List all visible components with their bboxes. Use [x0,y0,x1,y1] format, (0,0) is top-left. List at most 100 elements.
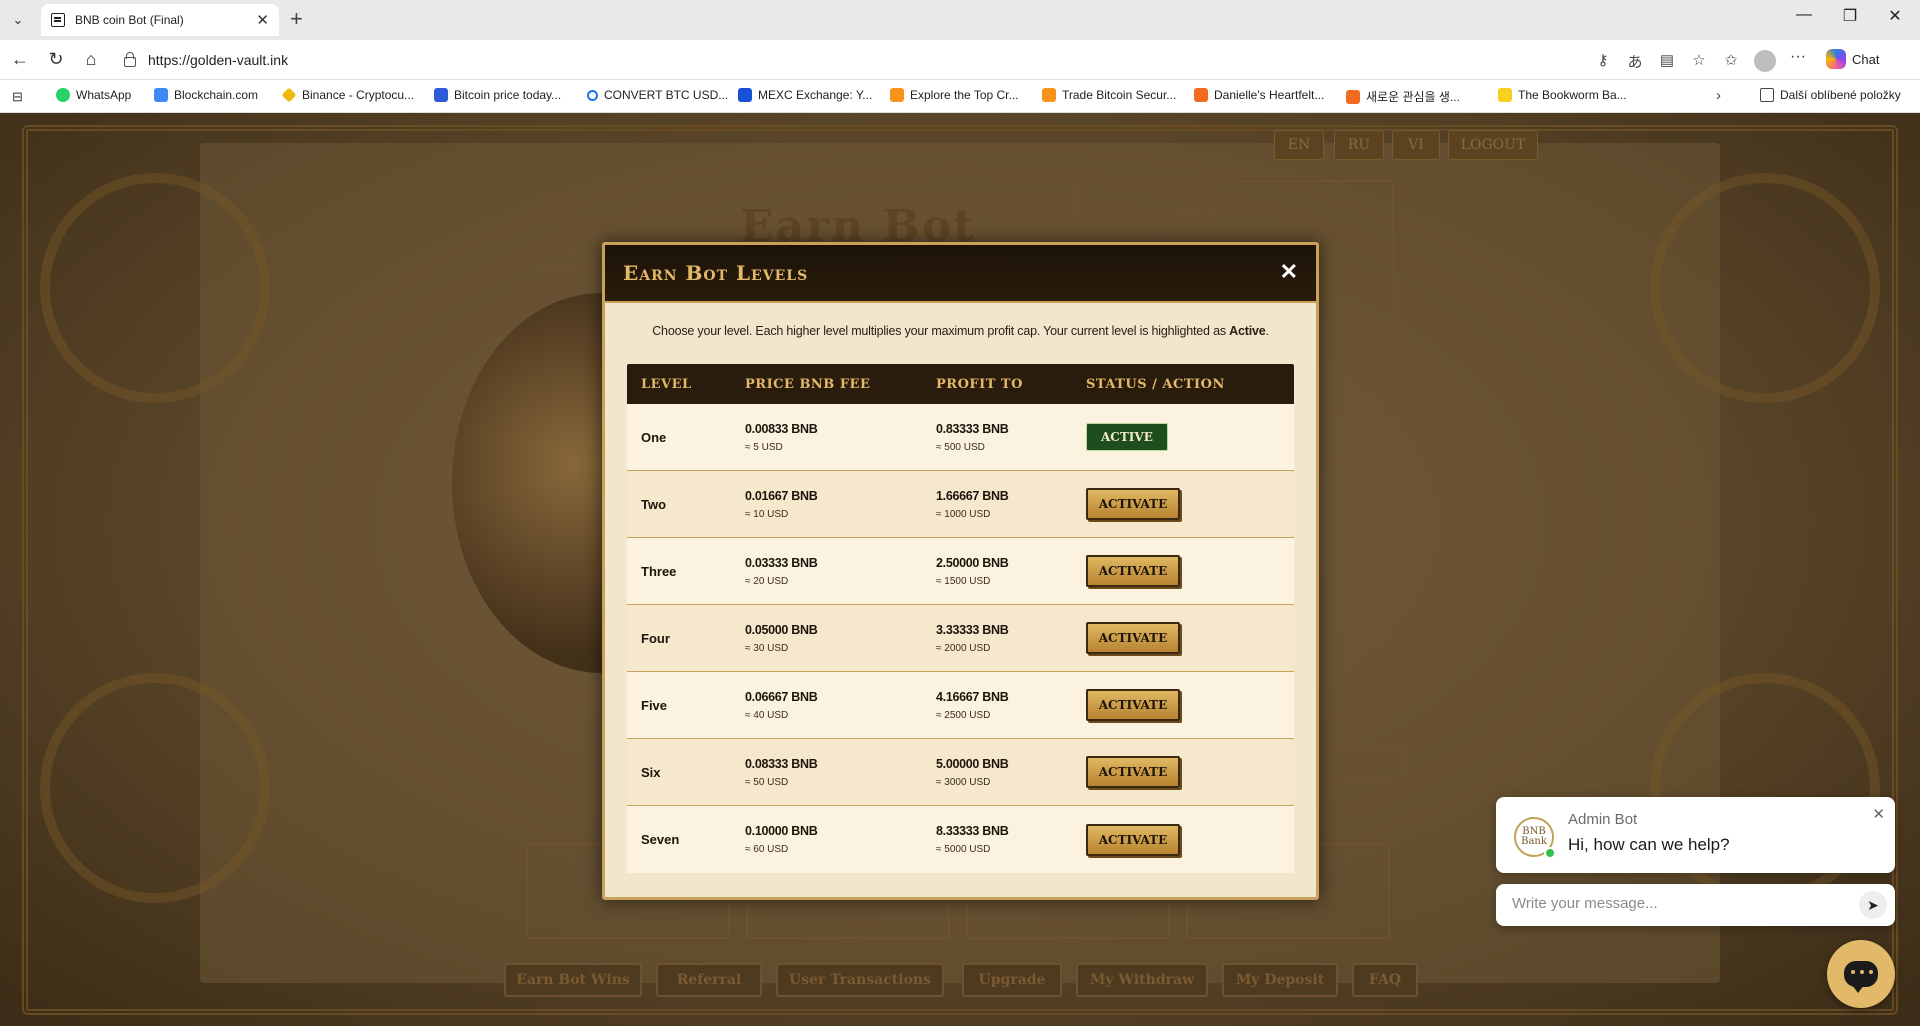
activate-button[interactable]: ACTIVATE [1086,756,1180,788]
copilot-chat-button[interactable]: Chat [1826,49,1879,69]
header-price: PRICE BNB FEE [745,376,871,392]
chat-bubble-close-icon[interactable]: ✕ [1872,805,1885,823]
level-name: Four [641,630,670,646]
browser-tab[interactable]: BNB coin Bot (Final) ✕ [41,4,279,36]
folder-icon [1760,88,1774,102]
tab-title: BNB coin Bot (Final) [75,13,184,27]
bookmarks-overflow-chevron-icon[interactable]: › [1716,87,1721,104]
address-bar-actions: ⚷ あ ▤ ☆ ✩ [1594,51,1740,72]
table-row: Six 0.08333 BNB ≈ 50 USD 5.00000 BNB ≈ 3… [627,739,1294,806]
minimize-icon[interactable]: — [1789,6,1819,24]
profit-usd: ≈ 1500 USD [936,575,991,587]
more-menu-icon[interactable]: ··· [1790,48,1806,66]
bookmark-item[interactable]: Bitcoin price today... [434,88,561,102]
key-icon[interactable]: ⚷ [1594,51,1612,72]
activate-button[interactable]: ACTIVATE [1086,622,1180,654]
activate-button[interactable]: ACTIVATE [1086,689,1180,721]
other-bookmarks[interactable]: Další oblíbené položky [1760,88,1901,102]
window-close-icon[interactable]: ✕ [1880,6,1910,26]
modal-title: Earn Bot Levels [623,261,809,285]
bookmark-item[interactable]: Binance - Cryptocu... [281,87,414,103]
search-icon [587,89,598,101]
status-cell: ACTIVATE [1086,488,1180,520]
favorite-star-icon[interactable]: ☆ [1690,51,1708,72]
profit-cell: 0.83333 BNB ≈ 500 USD [936,421,1009,453]
views-button[interactable] [1310,746,1404,780]
bookmark-item[interactable]: The Bookworm Ba... [1498,88,1627,102]
nav-upgrade[interactable]: Upgrade [962,963,1062,997]
chat-launcher-button[interactable] [1827,940,1895,1008]
nav-my-deposit[interactable]: My Deposit [1222,963,1338,997]
divider [1096,227,1374,228]
reload-icon[interactable]: ↻ [44,49,68,70]
restore-icon[interactable]: ❐ [1835,6,1865,26]
bookmark-item[interactable]: CONVERT BTC USD... [587,88,728,102]
nav-earn-bot-wins[interactable]: Earn Bot Wins [504,963,642,997]
profile-avatar-icon[interactable] [1754,50,1776,72]
profit-bnb: 0.83333 BNB [936,421,1009,436]
site-info-lock-icon[interactable] [124,52,136,67]
profit-usd: ≈ 500 USD [936,441,985,453]
lang-vi-button[interactable]: VI [1392,130,1440,160]
nav-referral[interactable]: Referral [656,963,762,997]
chat-label: Chat [1852,51,1880,67]
home-icon[interactable]: ⌂ [79,49,103,70]
bookmark-item[interactable]: Trade Bitcoin Secur... [1042,88,1176,102]
tab-favicon-icon [51,13,65,27]
nav-faq[interactable]: FAQ [1352,963,1418,997]
url-field[interactable]: https://golden-vault.ink [114,46,1600,74]
favorites-list-icon[interactable]: ✩ [1722,51,1740,72]
bookmark-item[interactable]: MEXC Exchange: Y... [738,88,872,102]
chat-greeting-message: Hi, how can we help? [1568,835,1730,854]
price-cell: 0.03333 BNB ≈ 20 USD [745,556,818,587]
profit-usd: ≈ 5000 USD [936,844,991,855]
bookworm-icon [1498,88,1512,102]
modal-description: Choose your level. Each higher level mul… [652,324,1269,338]
profit-bnb: 3.33333 BNB [936,622,1009,637]
logout-button[interactable]: LOGOUT [1448,130,1538,160]
tab-close-icon[interactable]: ✕ [256,11,269,29]
bookmark-item[interactable]: 새로운 관심을 생... [1346,88,1460,105]
back-arrow-icon[interactable]: ← [8,49,32,70]
chat-message-input[interactable] [1512,895,1832,912]
url-text: https://golden-vault.ink [148,52,289,68]
lang-ru-button[interactable]: RU [1334,130,1384,160]
table-body: One 0.00833 BNB ≈ 5 USD 0.83333 BNB ≈ 50… [627,404,1294,873]
bookmark-item[interactable]: Danielle's Heartfelt... [1194,88,1324,102]
address-info-heading: Address Info [1177,198,1293,217]
level-name: Seven [641,832,680,847]
chat-greeting-bubble: BNB Bank Admin Bot Hi, how can we help? … [1496,797,1895,873]
bookmark-item[interactable]: Blockchain.com [154,88,258,102]
header-status: STATUS / ACTION [1086,376,1225,392]
table-row: Seven 0.10000 BNB ≈ 60 USD 8.33333 BNB ≈… [627,806,1294,873]
profit-cell: 2.50000 BNB ≈ 1500 USD [936,556,1009,587]
bookmark-item[interactable]: WhatsApp [56,88,131,102]
levels-table: LEVEL PRICE BNB FEE PROFIT TO STATUS / A… [627,364,1294,873]
tab-list-chevron-icon[interactable]: ⌄ [7,9,29,31]
activate-button[interactable]: ACTIVATE [1086,823,1180,856]
nav-my-withdraw[interactable]: My Withdraw [1076,963,1208,997]
profit-bnb: 1.66667 BNB [936,488,1009,503]
send-icon[interactable]: ➤ [1859,891,1887,919]
price-usd: ≈ 50 USD [745,776,789,788]
translate-icon[interactable]: あ [1626,51,1644,72]
bookmarks-bar: ⊟ WhatsApp Blockchain.com Binance - Cryp… [0,80,1920,113]
status-cell: ACTIVATE [1086,756,1180,788]
bookmark-item[interactable]: Explore the Top Cr... [890,88,1019,102]
ornament-right-top [1650,173,1880,403]
modal-header: Earn Bot Levels ✕ [605,245,1316,303]
bitcoin-price-icon [434,88,448,102]
lang-en-button[interactable]: EN [1274,130,1324,160]
profit-usd: ≈ 2500 USD [936,709,991,721]
new-tab-plus-icon[interactable]: + [290,8,303,30]
modal-close-icon[interactable]: ✕ [1280,259,1298,285]
nav-user-transactions[interactable]: User Transactions [776,963,944,997]
chat-bubble-icon [1844,961,1878,993]
price-bnb: 0.05000 BNB [745,622,818,637]
activate-button[interactable]: ACTIVATE [1086,555,1180,587]
header-profit: PROFIT TO [936,376,1023,392]
ornament-left-bottom [40,673,270,903]
activate-button[interactable]: ACTIVATE [1086,488,1180,520]
bookmarks-menu-icon[interactable]: ⊟ [12,89,23,105]
reader-icon[interactable]: ▤ [1658,51,1676,72]
